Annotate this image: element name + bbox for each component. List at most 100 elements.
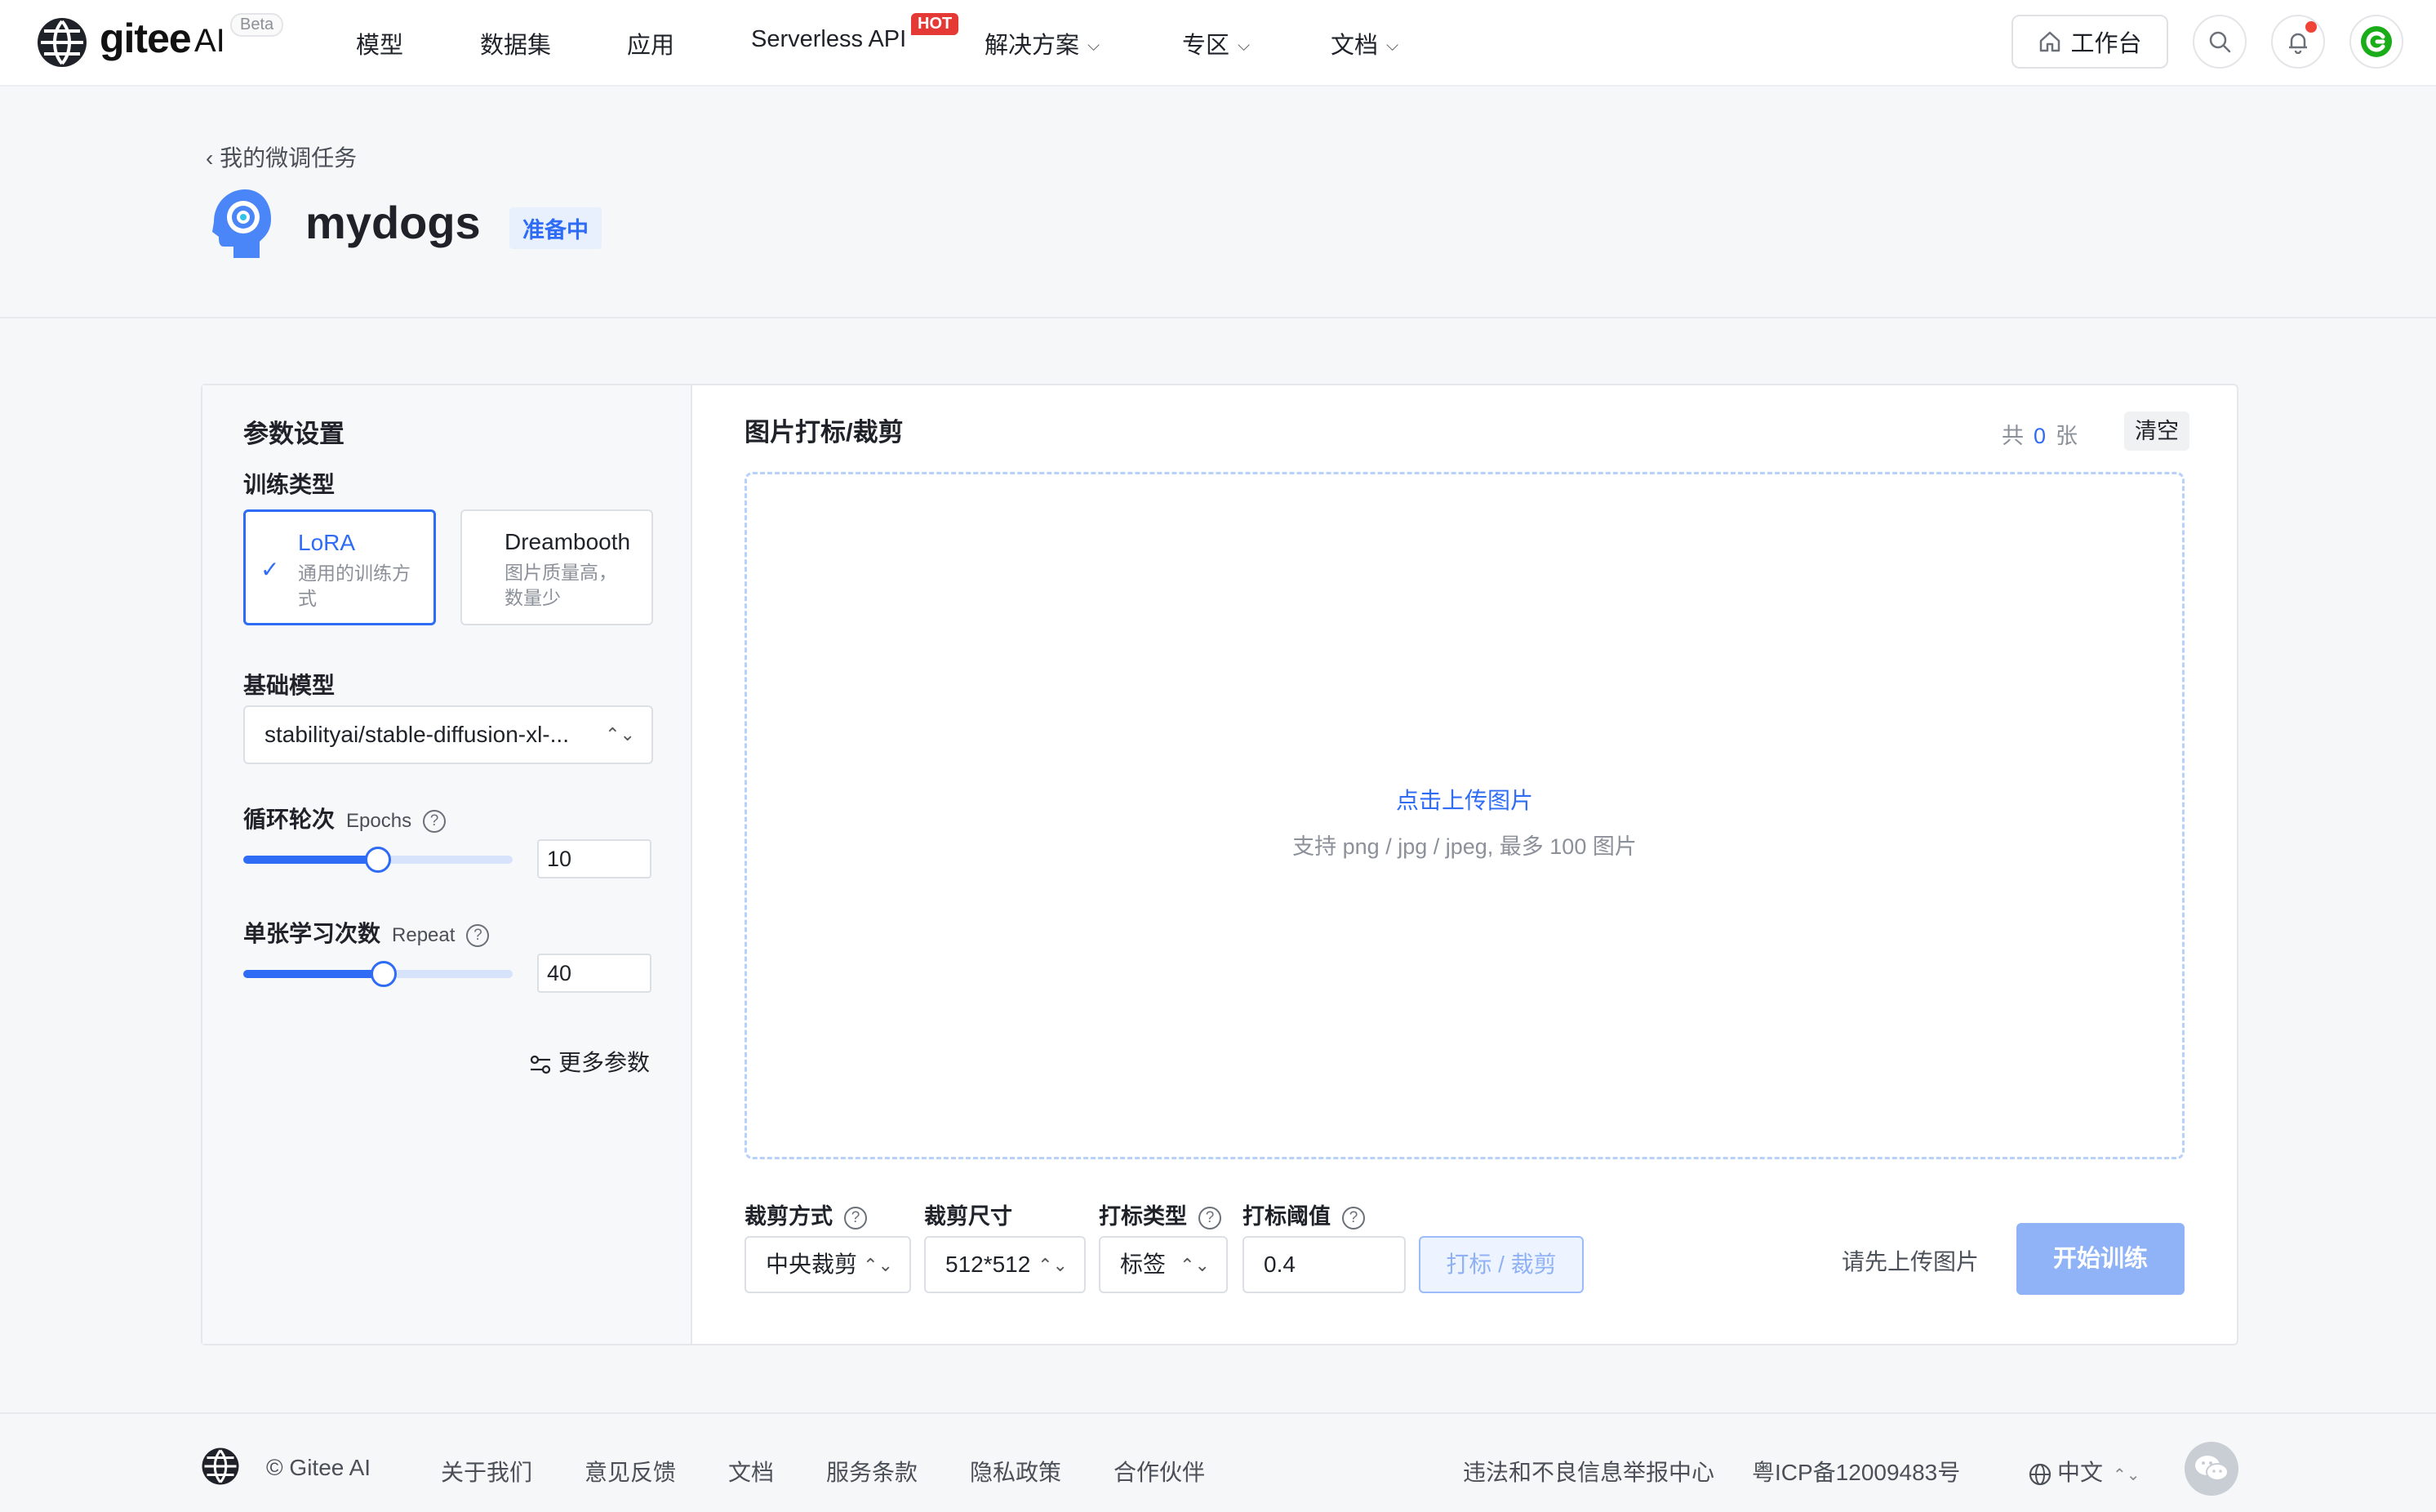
search-icon (2209, 31, 2231, 53)
updown-chevron-icon: ⌃⌄ (863, 1255, 893, 1275)
crop-mode-label-text: 裁剪方式 (745, 1204, 833, 1229)
hot-badge: HOT (911, 13, 959, 35)
repeat-slider-thumb[interactable] (370, 961, 397, 987)
epochs-slider-thumb[interactable] (365, 847, 391, 873)
threshold-label: 打标阈值? (1242, 1198, 1365, 1230)
params-title: 参数设置 (243, 420, 345, 448)
workbench-button[interactable]: 工作台 (2011, 15, 2168, 69)
footer-icp[interactable]: 粤ICP备12009483号 (1752, 1455, 1960, 1488)
start-training-button[interactable]: 开始训练 (2016, 1223, 2185, 1295)
beta-badge: Beta (230, 13, 284, 37)
more-params-label: 更多参数 (558, 1050, 651, 1075)
globe-icon (2029, 1463, 2051, 1485)
tag-crop-button[interactable]: 打标 / 裁剪 (1419, 1236, 1584, 1293)
notification-button[interactable] (2271, 15, 2325, 69)
bell-icon (2289, 33, 2307, 54)
updown-chevron-icon: ⌃⌄ (1038, 1255, 1068, 1275)
nav-models[interactable]: 模型 (356, 26, 403, 60)
help-icon[interactable]: ? (1198, 1206, 1221, 1230)
footer-docs[interactable]: 文档 (728, 1455, 774, 1488)
epochs-slider[interactable] (243, 847, 513, 873)
help-icon[interactable]: ? (1342, 1206, 1365, 1230)
lora-desc: 通用的训练方式 (298, 563, 411, 609)
updown-chevron-icon: ⌃⌄ (605, 724, 635, 745)
footer-partners[interactable]: 合作伙伴 (1114, 1455, 1205, 1488)
upload-link[interactable]: 点击上传图片 (747, 783, 2182, 816)
base-model-label: 基础模型 (243, 673, 336, 698)
notification-dot (2305, 21, 2317, 33)
epochs-sub: Epochs (346, 810, 412, 832)
back-to-finetune-tasks[interactable]: ‹ 我的微调任务 (206, 140, 357, 173)
crop-mode-value: 中央裁剪 (766, 1252, 858, 1277)
footer-copyright: © Gitee AI (266, 1455, 371, 1480)
wechat-icon (2195, 1456, 2229, 1481)
count-prefix: 共 (2002, 424, 2024, 448)
sliders-icon (530, 1055, 551, 1074)
tag-type-value: 标签 (1120, 1252, 1167, 1277)
tag-type-select[interactable]: 标签 ⌃⌄ (1099, 1236, 1228, 1293)
chevron-down-icon: ⌵ (1386, 37, 1399, 55)
dreambooth-desc: 图片质量高，数量少 (505, 562, 617, 608)
dreambooth-name: Dreambooth (505, 529, 631, 554)
nav-solutions[interactable]: 解决方案 ⌵ (985, 26, 1100, 60)
nav-docs[interactable]: 文档 ⌵ (1331, 26, 1398, 60)
search-button[interactable] (2193, 15, 2247, 69)
footer-report-center[interactable]: 违法和不良信息举报中心 (1463, 1455, 1714, 1488)
threshold-input[interactable]: 0.4 (1242, 1236, 1406, 1293)
image-count: 共0张 (2002, 418, 2078, 450)
base-model-value: stabilityai/stable-diffusion-xl-... (264, 722, 569, 747)
crop-size-value: 512*512 (945, 1252, 1031, 1277)
footer-feedback[interactable]: 意见反馈 (585, 1455, 676, 1488)
footer-about[interactable]: 关于我们 (441, 1455, 532, 1488)
more-params-button[interactable]: 更多参数 (529, 1045, 650, 1078)
gitee-globe-logo-icon (202, 1448, 239, 1485)
finetune-card: 参数设置 训练类型 ✓ LoRA 通用的训练方式 Dreambooth 图片质量… (201, 384, 2238, 1345)
repeat-sub: Repeat (392, 924, 456, 946)
train-type-dreambooth[interactable]: Dreambooth 图片质量高，数量少 (460, 509, 653, 625)
repeat-slider[interactable] (243, 961, 513, 987)
updown-chevron-icon: ⌃⌄ (1180, 1255, 1210, 1275)
help-icon[interactable]: ? (844, 1206, 867, 1230)
brand-name[interactable]: gitee (100, 15, 192, 62)
footer-privacy[interactable]: 隐私政策 (970, 1455, 1061, 1488)
repeat-input[interactable]: 40 (537, 954, 651, 993)
crop-size-select[interactable]: 512*512 ⌃⌄ (924, 1236, 1086, 1293)
workbench-label: 工作台 (2070, 31, 2142, 57)
gitee-globe-logo-icon[interactable] (36, 16, 88, 69)
crop-size-label: 裁剪尺寸 (924, 1204, 1012, 1229)
params-panel: 参数设置 训练类型 ✓ LoRA 通用的训练方式 Dreambooth 图片质量… (202, 385, 692, 1344)
nav-solutions-label: 解决方案 (985, 33, 1080, 59)
crop-mode-select[interactable]: 中央裁剪 ⌃⌄ (745, 1236, 911, 1293)
avatar[interactable] (2349, 15, 2403, 69)
check-icon: ✓ (260, 557, 280, 582)
nav-datasets[interactable]: 数据集 (480, 26, 551, 60)
user-avatar-icon (2361, 26, 2392, 57)
chevron-down-icon: ⌵ (1238, 37, 1251, 55)
wechat-button[interactable] (2185, 1442, 2238, 1496)
home-icon (2040, 31, 2060, 52)
nav-apps[interactable]: 应用 (627, 26, 674, 60)
nav-serverless-api[interactable]: Serverless API (751, 26, 906, 53)
status-badge: 准备中 (509, 207, 602, 249)
nav-zones[interactable]: 专区 ⌵ (1182, 26, 1250, 60)
repeat-label: 单张学习次数 Repeat? (243, 916, 490, 949)
clear-button[interactable]: 清空 (2124, 411, 2189, 451)
updown-chevron-icon: ⌃⌄ (2113, 1466, 2140, 1484)
epochs-slider-fill (243, 856, 378, 864)
help-icon[interactable]: ? (466, 923, 490, 947)
nav-docs-label: 文档 (1331, 33, 1379, 59)
epochs-label: 循环轮次 Epochs? (243, 802, 447, 834)
chevron-down-icon: ⌵ (1087, 37, 1100, 55)
base-model-select[interactable]: stabilityai/stable-diffusion-xl-... ⌃⌄ (243, 705, 653, 764)
help-icon[interactable]: ? (423, 809, 447, 833)
train-type-lora[interactable]: ✓ LoRA 通用的训练方式 (243, 509, 436, 625)
epochs-input[interactable]: 10 (537, 839, 651, 878)
language-select[interactable]: 中文 ⌃⌄ (2028, 1455, 2140, 1488)
footer-terms[interactable]: 服务条款 (826, 1455, 918, 1488)
image-upload-dropzone[interactable]: 点击上传图片 支持 png / jpg / jpeg, 最多 100 图片 (745, 472, 2185, 1159)
train-type-label: 训练类型 (243, 472, 336, 497)
repeat-slider-fill (243, 970, 384, 978)
upload-first-hint: 请先上传图片 (1842, 1249, 1980, 1274)
brand-ai: AI (194, 23, 225, 59)
repeat-label-text: 单张学习次数 (243, 921, 381, 946)
